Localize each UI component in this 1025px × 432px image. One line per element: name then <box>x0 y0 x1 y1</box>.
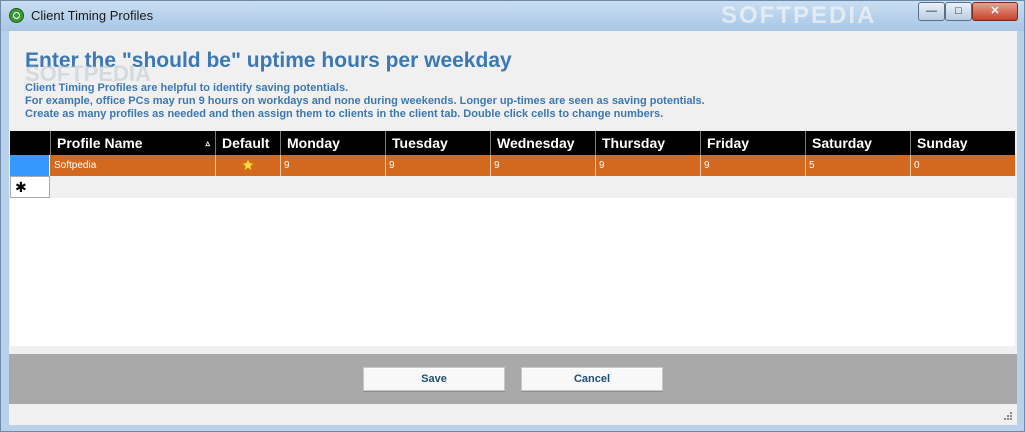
app-icon <box>9 8 24 23</box>
column-header-friday[interactable]: Friday <box>701 131 806 155</box>
cell-monday[interactable]: 9 <box>281 155 386 176</box>
cell-profile-name[interactable]: Softpedia <box>51 155 216 176</box>
maximize-button[interactable]: □ <box>945 2 972 21</box>
description-line-2: For example, office PCs may run 9 hours … <box>25 95 705 107</box>
column-header-wednesday[interactable]: Wednesday <box>491 131 596 155</box>
watermark-logo: SOFTPEDIA <box>721 2 877 29</box>
cell-sunday[interactable]: 0 <box>911 155 1015 176</box>
close-icon: ✕ <box>990 5 1000 17</box>
grid-header: Profile Name ▵ Default Monday Tuesday We… <box>10 131 1015 155</box>
sort-ascending-icon: ▵ <box>205 138 210 148</box>
close-button[interactable]: ✕ <box>972 2 1018 21</box>
cancel-button[interactable]: Cancel <box>521 367 663 391</box>
client-area: Enter the "should be" uptime hours per w… <box>9 31 1017 425</box>
description-line-1: Client Timing Profiles are helpful to id… <box>25 82 349 94</box>
cell-tuesday[interactable]: 9 <box>386 155 491 176</box>
star-icon <box>241 158 255 171</box>
new-row-icon[interactable]: ✱ <box>10 176 50 198</box>
cell-saturday[interactable]: 5 <box>806 155 911 176</box>
maximize-icon: □ <box>955 5 962 17</box>
column-header-sunday[interactable]: Sunday <box>911 131 1015 155</box>
cell-friday[interactable]: 9 <box>701 155 806 176</box>
profiles-grid[interactable]: Profile Name ▵ Default Monday Tuesday We… <box>10 131 1015 346</box>
table-row[interactable]: Softpedia 9 9 9 9 9 5 0 <box>10 155 1015 176</box>
new-row[interactable]: ✱ <box>10 176 1015 198</box>
window-title: Client Timing Profiles <box>31 8 154 23</box>
resize-grip-icon[interactable] <box>1003 411 1013 421</box>
description-line-3: Create as many profiles as needed and th… <box>25 108 664 120</box>
column-header-thursday[interactable]: Thursday <box>596 131 701 155</box>
button-bar: Save Cancel <box>9 354 1017 404</box>
save-button[interactable]: Save <box>363 367 505 391</box>
cell-thursday[interactable]: 9 <box>596 155 701 176</box>
window: Client Timing Profiles SOFTPEDIA — □ ✕ E… <box>0 0 1025 432</box>
row-header-corner <box>10 131 51 155</box>
title-bar[interactable]: Client Timing Profiles SOFTPEDIA — □ ✕ <box>1 1 1024 31</box>
cell-wednesday[interactable]: 9 <box>491 155 596 176</box>
column-header-default[interactable]: Default <box>216 131 281 155</box>
minimize-icon: — <box>926 5 937 17</box>
minimize-button[interactable]: — <box>918 2 945 21</box>
column-header-tuesday[interactable]: Tuesday <box>386 131 491 155</box>
column-header-profile-name[interactable]: Profile Name ▵ <box>51 131 216 155</box>
cell-default[interactable] <box>216 155 281 176</box>
row-selector[interactable] <box>10 155 50 176</box>
column-header-saturday[interactable]: Saturday <box>806 131 911 155</box>
column-header-monday[interactable]: Monday <box>281 131 386 155</box>
